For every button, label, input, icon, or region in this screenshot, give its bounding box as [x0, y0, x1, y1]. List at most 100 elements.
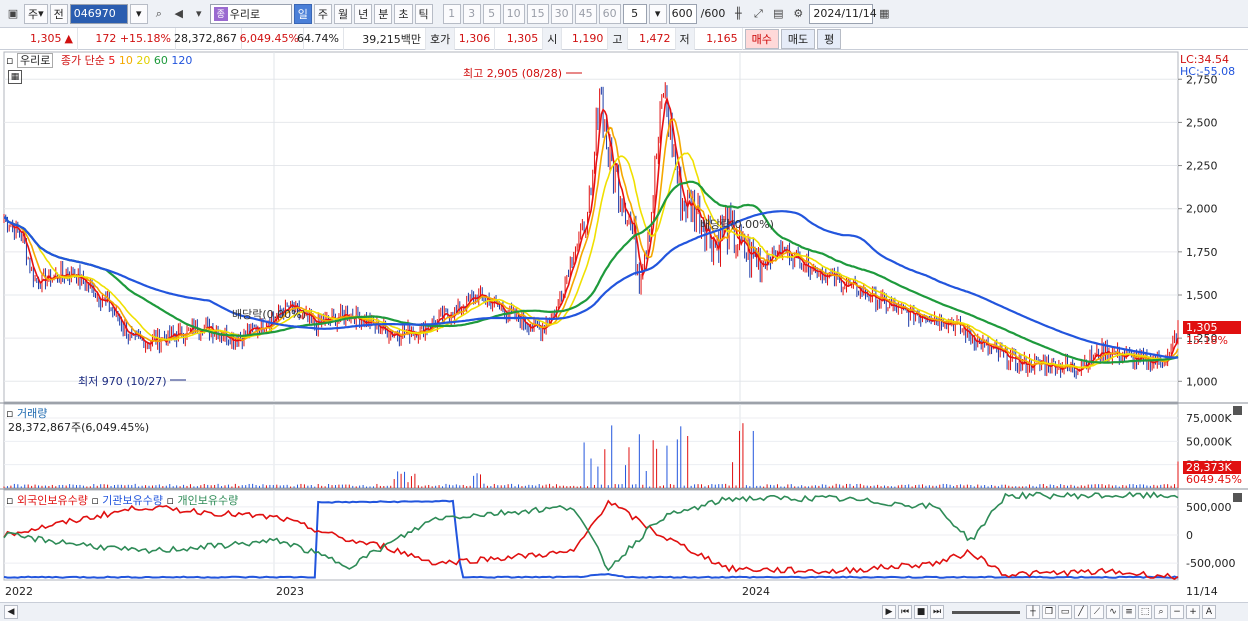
tool-trend-icon[interactable]: ╱: [1074, 605, 1088, 619]
volume-panel-close-icon[interactable]: [1233, 406, 1242, 415]
indiv-holding-label: 개인보유수량: [177, 494, 239, 507]
quote-bar: 1,305 ▲ 172 +15.18% 28,372,867 6,049.45%…: [0, 27, 1248, 50]
tool-fib-icon[interactable]: ≡: [1122, 605, 1136, 619]
tab-month[interactable]: 월: [334, 3, 353, 24]
count-dropdown-icon[interactable]: ▾: [648, 3, 667, 24]
panel-menu-icon[interactable]: ▫: [91, 494, 98, 507]
search-icon[interactable]: ⌕: [150, 4, 168, 24]
zoom-in-icon[interactable]: +: [1186, 605, 1200, 619]
foreign-holding-line: [3, 499, 1179, 581]
x-axis-right-label: 11/14: [1186, 585, 1218, 598]
high-note: 최고 2,905 (08/28): [463, 67, 563, 80]
panel-menu-icon[interactable]: ▫: [167, 494, 174, 507]
x-axis-label: 2024: [742, 585, 770, 598]
tab-second[interactable]: 초: [394, 3, 413, 24]
tool-crosshair-icon[interactable]: ┼: [1026, 605, 1040, 619]
volume: 28,372,867: [174, 27, 242, 50]
interval-1[interactable]: 1: [442, 3, 461, 24]
compare-icon[interactable]: ⤢: [749, 4, 767, 24]
tab-minute[interactable]: 분: [374, 3, 393, 24]
ma5-label: 5: [108, 54, 116, 67]
high-price: 1,472: [628, 27, 676, 50]
tool-window-icon[interactable]: ▭: [1058, 605, 1072, 619]
tab-week[interactable]: 주: [313, 3, 333, 24]
code-dropdown-icon[interactable]: ▾: [129, 3, 148, 24]
count-input[interactable]: 5: [622, 3, 647, 24]
stock-code-input[interactable]: 046970: [69, 3, 128, 24]
chevron-down-icon[interactable]: ▾: [190, 4, 208, 24]
period-type-select[interactable]: 주 ▾: [24, 3, 48, 24]
page-input[interactable]: 600: [668, 3, 697, 24]
tab-tick[interactable]: 틱: [414, 3, 433, 24]
stock-chart-window: ▣ 주 ▾ 전 046970 ▾ ⌕ ◀︎ ▾ 종 우리로 일 주 월 년 분 초…: [0, 0, 1248, 621]
last-volume-pct: 6049.45%: [1186, 473, 1242, 486]
candle-icon[interactable]: ╫: [729, 4, 747, 24]
tool-line-icon[interactable]: ⟋: [1090, 605, 1104, 619]
tab-year[interactable]: 년: [354, 3, 373, 24]
font-size-icon[interactable]: A: [1202, 605, 1216, 619]
zoom-search-icon[interactable]: ⌕: [1154, 605, 1168, 619]
average-button[interactable]: 평: [817, 28, 842, 49]
date-input[interactable]: 2024/11/14: [809, 3, 877, 24]
up-arrow-icon: ▲: [64, 32, 73, 45]
forward-icon[interactable]: ⏭: [930, 605, 944, 619]
interval-10[interactable]: 10: [502, 3, 525, 24]
speaker-icon[interactable]: ◀︎: [170, 4, 188, 24]
current-price: 1,305 ▲: [0, 27, 78, 50]
panel-menu-icon[interactable]: ▫: [6, 54, 13, 67]
low-label: 저: [675, 27, 695, 50]
window-icon[interactable]: ▣: [4, 4, 22, 24]
sell-button[interactable]: 매도: [780, 28, 816, 49]
stock-type-badge: 종: [213, 6, 228, 21]
hc-value: HC:-55.08: [1180, 65, 1236, 78]
stop-icon[interactable]: ■: [914, 605, 928, 619]
tool-wave-icon[interactable]: ∿: [1106, 605, 1120, 619]
last-price-tag: 1,305: [1183, 321, 1241, 334]
price-tick-label: 2,000: [1186, 203, 1218, 216]
bottom-bar: ◀ ▶ ⏮ ■ ⏭ ┼ ❐ ▭ ╱ ⟋ ∿ ≡ ⬚ ⌕ − + A: [0, 602, 1248, 621]
toolbar: ▣ 주 ▾ 전 046970 ▾ ⌕ ◀︎ ▾ 종 우리로 일 주 월 년 분 초…: [0, 0, 1248, 28]
stock-name-field[interactable]: 종 우리로: [209, 3, 292, 24]
interval-3[interactable]: 3: [462, 3, 481, 24]
holding-panel-close-icon[interactable]: [1233, 493, 1242, 502]
holding-tick-label: 500,000: [1186, 501, 1232, 514]
holding-legend: ▫ 외국인보유수량 ▫ 기관보유수량 ▫ 개인보유수량: [6, 492, 238, 508]
ma10-label: 10: [118, 54, 133, 67]
interval-60[interactable]: 60: [598, 3, 621, 24]
buy-button[interactable]: 매수: [744, 28, 779, 49]
price-tick-label: 2,250: [1186, 160, 1218, 173]
rewind-icon[interactable]: ⏮: [898, 605, 912, 619]
interval-45[interactable]: 45: [574, 3, 597, 24]
save-icon[interactable]: ▤: [769, 4, 787, 24]
volume-sub: 28,372,867주(6,049.45%): [8, 421, 150, 434]
interval-30[interactable]: 30: [550, 3, 573, 24]
zoom-out-icon[interactable]: −: [1170, 605, 1184, 619]
dividend-mark-2: 배당락(0.00%): [700, 218, 774, 231]
interval-15[interactable]: 15: [526, 3, 549, 24]
prev-button[interactable]: 전: [49, 3, 68, 24]
chart-area[interactable]: 2,750 2,500 2,250 2,000 1,750 1,500 1,250 1,000…: [0, 50, 1248, 602]
holding-tick-label: -500,000: [1186, 557, 1235, 570]
x-axis-label: 2022: [5, 585, 33, 598]
calendar-icon[interactable]: ▦: [875, 4, 893, 24]
play-icon[interactable]: ▶: [882, 605, 896, 619]
chart-canvas[interactable]: 2,7502,5002,2502,0001,7501,5001,2501,000…: [0, 50, 1248, 602]
tool-copy-icon[interactable]: ❐: [1042, 605, 1056, 619]
interval-5[interactable]: 5: [482, 3, 501, 24]
scrollbar-track[interactable]: [20, 608, 882, 616]
price-tick-label: 1,750: [1186, 246, 1218, 259]
open-price: 1,190: [562, 27, 609, 50]
volume-tick-label: 50,000K: [1186, 435, 1232, 448]
open-label: 시: [543, 27, 563, 50]
gear-icon[interactable]: ⚙: [789, 4, 807, 24]
ask-price: 1,306: [455, 27, 496, 50]
panel-menu-icon[interactable]: ▫: [6, 494, 13, 507]
price-tick-label: 1,500: [1186, 289, 1218, 302]
dividend-mark-1: 배당락(0.00%): [232, 308, 306, 321]
price-legend: ▫ 우리로 종가 단순 5 10 20 60 120: [6, 52, 192, 68]
zoom-slider[interactable]: [952, 610, 1020, 614]
tab-day[interactable]: 일: [293, 3, 312, 24]
table-view-icon[interactable]: ▦: [8, 70, 22, 84]
scroll-left-icon[interactable]: ◀: [4, 605, 18, 619]
tool-select-icon[interactable]: ⬚: [1138, 605, 1152, 619]
